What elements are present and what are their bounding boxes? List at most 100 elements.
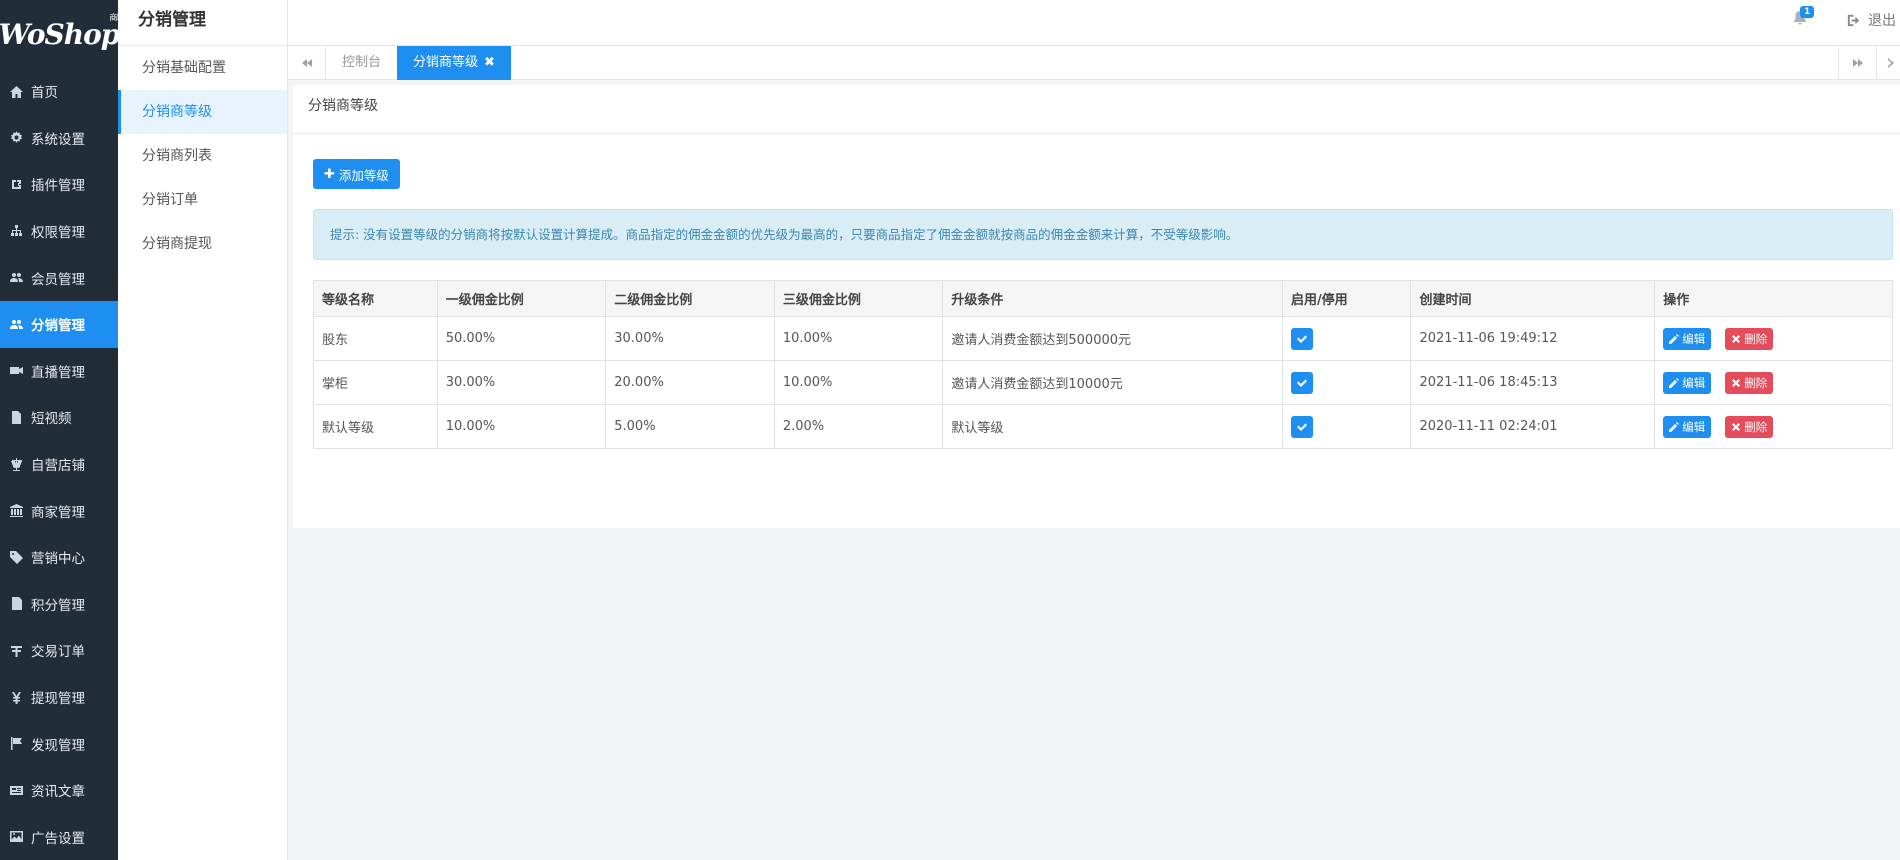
nav-item-1[interactable]: 系统设置 [0, 115, 118, 162]
nav-item-label: 交易订单 [31, 644, 85, 661]
logo-label: WoShop [0, 17, 120, 51]
column-header: 等级名称 [313, 280, 438, 317]
edit-label: 编辑 [1682, 419, 1706, 434]
sub-nav-item-3[interactable]: 分销订单 [118, 178, 287, 222]
column-header: 创建时间 [1410, 280, 1656, 317]
tab-0[interactable]: 控制台 [326, 46, 397, 80]
status-cell [1281, 360, 1412, 405]
delete-button[interactable]: 删除 [1725, 415, 1774, 438]
enabled-checkbox[interactable] [1290, 371, 1313, 394]
level3-rate: 10.00% [773, 360, 944, 405]
upgrade-condition: 邀请人消费金额达到10000元 [942, 360, 1283, 405]
tab-1[interactable]: 分销商等级 ✖ [397, 46, 511, 80]
nav-item-16[interactable]: 广告设置 [0, 814, 118, 860]
actions-cell: 编辑 删除 [1654, 360, 1893, 405]
page-title: 分销商等级 [293, 85, 1900, 134]
delete-button[interactable]: 删除 [1725, 371, 1774, 394]
sub-nav-item-2[interactable]: 分销商列表 [118, 134, 287, 178]
logout-label: 退出 [1868, 13, 1896, 29]
nav-item-8[interactable]: 自营店铺 [0, 441, 118, 488]
nav-item-14[interactable]: 发现管理 [0, 720, 118, 767]
column-header: 二级佣金比例 [605, 280, 775, 317]
nav-item-7[interactable]: 短视频 [0, 394, 118, 441]
nav-item-label: 权限管理 [31, 225, 85, 242]
nav-item-9[interactable]: 商家管理 [0, 487, 118, 534]
nav-item-label: 提现管理 [31, 691, 85, 708]
table-header-row: 等级名称 一级佣金比例 二级佣金比例 三级佣金比例 升级条件 启用/停用 创建时间 操作 [313, 280, 1893, 317]
notification-bell[interactable]: 1 [1792, 6, 1815, 30]
column-header: 操作 [1654, 280, 1893, 317]
content-panel: 分销商等级 ✚ 添加等级 提示: 没有设置等级的分销商将按默认设置计算提成。商品… [293, 85, 1900, 528]
close-icon[interactable]: ✖ [484, 55, 495, 70]
edit-button[interactable]: 编辑 [1663, 415, 1712, 438]
pencil-icon [1669, 333, 1682, 344]
pencil-icon [1669, 421, 1682, 432]
delete-icon [1731, 422, 1744, 432]
table-row: 掌柜 30.00% 20.00% 10.00% 邀请人消费金额达到10000元 2021-… [313, 360, 1893, 405]
plugin-icon [8, 177, 24, 191]
level1-rate: 30.00% [436, 360, 607, 405]
nav-item-12[interactable]: 交易订单 [0, 627, 118, 674]
sub-nav-item-1[interactable]: 分销商等级 [118, 90, 287, 134]
enabled-checkbox[interactable] [1290, 327, 1313, 350]
sub-sidebar: 分销管理 分销基础配置 分销商等级 分销商列表 分销订单 分销商提现 [118, 0, 288, 860]
top-header: 1 退出 [288, 0, 1900, 46]
nav-item-13[interactable]: 提现管理 [0, 674, 118, 721]
nav-item-10[interactable]: 营销中心 [0, 534, 118, 581]
nav-item-15[interactable]: 资讯文章 [0, 767, 118, 814]
levels-table: 等级名称 一级佣金比例 二级佣金比例 三级佣金比例 升级条件 启用/停用 创建时间 操作 股东… [313, 280, 1893, 449]
logout-button[interactable]: 退出 [1846, 10, 1896, 30]
sub-nav-item-4[interactable]: 分销商提现 [118, 222, 287, 266]
nav-item-4[interactable]: 会员管理 [0, 254, 118, 301]
column-header: 三级佣金比例 [773, 280, 944, 317]
nav-item-label: 广告设置 [31, 830, 85, 847]
table-body: 股东 50.00% 30.00% 10.00% 邀请人消费金额达到500000元 2021… [313, 316, 1893, 449]
tab-spacer [511, 46, 1838, 79]
column-header: 一级佣金比例 [436, 280, 607, 317]
delete-icon [1731, 334, 1744, 344]
tabs-scroll-left[interactable] [288, 46, 326, 80]
column-header: 升级条件 [942, 280, 1283, 317]
nav-item-label: 积分管理 [31, 597, 85, 614]
add-level-button[interactable]: ✚ 添加等级 [313, 159, 400, 189]
info-alert: 提示: 没有设置等级的分销商将按默认设置计算提成。商品指定的佣金金额的优先级为最… [313, 209, 1893, 260]
notification-count: 1 [1800, 6, 1815, 18]
nav-item-0[interactable]: 首页 [0, 68, 118, 115]
delete-button[interactable]: 删除 [1725, 327, 1774, 350]
check-icon [1296, 421, 1308, 433]
tabs-scroll-right[interactable] [1838, 46, 1876, 80]
nav-item-label: 会员管理 [31, 271, 85, 288]
level-name: 默认等级 [313, 404, 438, 449]
edit-button[interactable]: 编辑 [1663, 371, 1712, 394]
edit-button[interactable]: 编辑 [1663, 327, 1712, 350]
nav-item-label: 资讯文章 [31, 784, 85, 801]
yen-icon [8, 690, 24, 704]
level-name: 股东 [313, 316, 438, 361]
logo[interactable]: WoShop 商城 [0, 0, 124, 68]
sub-nav-item-0[interactable]: 分销基础配置 [118, 46, 287, 90]
level1-rate: 50.00% [436, 316, 607, 361]
add-level-label: 添加等级 [338, 167, 389, 183]
nav-item-label: 自营店铺 [31, 458, 85, 475]
enabled-checkbox[interactable] [1290, 415, 1313, 438]
nav-item-3[interactable]: 权限管理 [0, 208, 118, 255]
tab-list: 控制台 分销商等级 ✖ [326, 46, 511, 80]
tabs-menu[interactable] [1876, 46, 1900, 80]
table-row: 股东 50.00% 30.00% 10.00% 邀请人消费金额达到500000元 2021… [313, 316, 1893, 361]
delete-label: 删除 [1744, 331, 1768, 346]
tabs-bar: 控制台 分销商等级 ✖ [288, 46, 1900, 80]
column-header: 启用/停用 [1281, 280, 1412, 317]
nav-item-label: 直播管理 [31, 364, 85, 381]
check-icon [1296, 333, 1308, 345]
nav-item-11[interactable]: 积分管理 [0, 581, 118, 628]
level1-rate: 10.00% [436, 404, 607, 449]
video-icon [8, 364, 24, 378]
double-left-icon [301, 59, 312, 67]
nav-item-6[interactable]: 直播管理 [0, 348, 118, 395]
nav-item-label: 发现管理 [31, 737, 85, 754]
nav-item-label: 系统设置 [31, 131, 85, 148]
created-time: 2021-11-06 19:49:12 [1410, 316, 1656, 361]
nav-item-2[interactable]: 插件管理 [0, 161, 118, 208]
status-cell [1281, 316, 1412, 361]
nav-item-5[interactable]: 分销管理 [0, 300, 118, 348]
